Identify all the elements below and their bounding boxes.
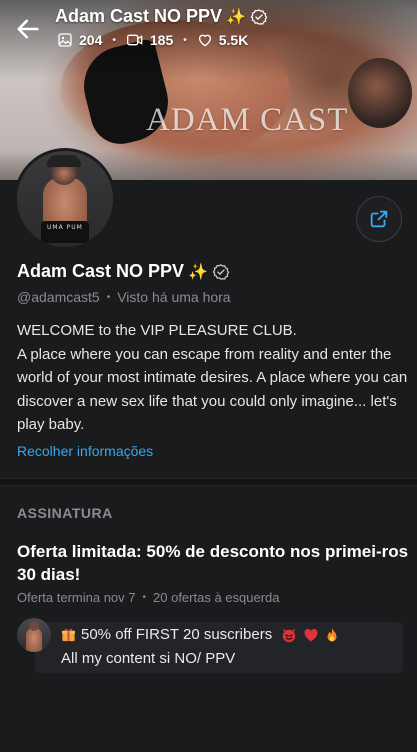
devil-icon — [282, 628, 296, 642]
likes-count: 5.5K — [197, 32, 249, 48]
last-seen: Visto há uma hora — [117, 289, 231, 305]
back-arrow-icon — [17, 19, 39, 39]
promo-avatar[interactable] — [17, 618, 51, 652]
photos-count-value: 204 — [79, 32, 103, 48]
offer-title: Oferta limitada: 50% de desconto nos pri… — [17, 542, 409, 584]
promo-line-2: All my content si NO/ PPV — [61, 650, 236, 667]
profile-meta: @adamcast5 • Visto há uma hora — [17, 289, 231, 305]
profile-handle: @adamcast5 — [17, 289, 100, 305]
likes-count-value: 5.5K — [218, 32, 249, 48]
profile-name: Adam Cast NO PPV ✨ — [17, 261, 230, 282]
videos-count[interactable]: 185 — [126, 32, 173, 48]
promo-line-1-text: 50% off FIRST 20 suscribers — [81, 626, 273, 643]
back-button[interactable] — [14, 15, 42, 43]
offers-left: 20 ofertas à esquerda — [153, 590, 280, 605]
share-button[interactable] — [356, 196, 402, 242]
profile-avatar[interactable]: UMA PUM — [14, 148, 116, 250]
video-icon — [126, 34, 143, 46]
verified-badge-icon — [212, 263, 230, 280]
heart-icon — [198, 34, 211, 47]
avatar-print-text: UMA PUM — [47, 224, 83, 231]
photos-count[interactable]: 204 — [57, 32, 102, 48]
share-icon — [370, 210, 388, 228]
promo-line-1: 50% off FIRST 20 suscribers — [61, 626, 339, 643]
heart-icon — [304, 628, 318, 641]
section-divider — [0, 478, 417, 486]
subscription-heading: ASSINATURA — [17, 505, 113, 521]
header-stats: 204 • 185 • 5.5K — [57, 32, 248, 48]
verified-badge-icon — [250, 8, 268, 25]
promo-message: 50% off FIRST 20 suscribers All my conte… — [17, 618, 403, 673]
header-title-text: Adam Cast NO PPV — [55, 6, 223, 26]
avatar-image: UMA PUM — [17, 151, 113, 247]
videos-count-value: 185 — [149, 32, 174, 48]
gift-icon — [61, 628, 76, 642]
bio-line: A place where you can escape from realit… — [17, 345, 408, 434]
fire-icon — [327, 627, 337, 641]
bio-line: WELCOME to the VIP PLEASURE CLUB. — [17, 322, 297, 339]
offer-end: Oferta termina nov 7 — [17, 590, 136, 605]
sparkles-icon: ✨ — [226, 8, 246, 26]
image-icon — [58, 33, 72, 47]
profile-bio: WELCOME to the VIP PLEASURE CLUB. A plac… — [17, 319, 409, 437]
offer-meta: Oferta termina nov 7 • 20 ofertas à esqu… — [17, 590, 280, 605]
cover-watermark: ADAM CAST — [146, 102, 349, 138]
top-bar: Adam Cast NO PPV ✨ 204 • 185 • 5.5K — [0, 0, 417, 60]
sparkles-icon: ✨ — [188, 263, 208, 281]
profile-name-text: Adam Cast NO PPV — [17, 261, 185, 281]
header-title: Adam Cast NO PPV ✨ — [55, 6, 268, 27]
collapse-info-link[interactable]: Recolher informações — [17, 443, 153, 459]
